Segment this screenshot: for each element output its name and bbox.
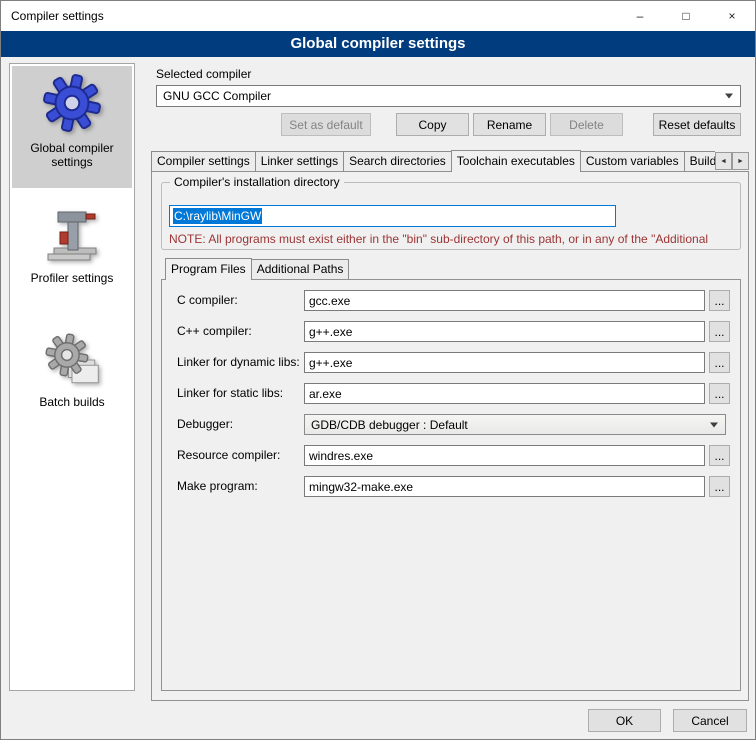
tab-compiler-settings[interactable]: Compiler settings bbox=[151, 151, 256, 171]
linker-static-browse-button[interactable]: ... bbox=[709, 383, 730, 404]
make-program-browse-button[interactable]: ... bbox=[709, 476, 730, 497]
sidebar-item-global-compiler-settings[interactable]: Global compiler settings bbox=[12, 66, 132, 188]
selected-compiler-value: GNU GCC Compiler bbox=[163, 89, 271, 103]
sidebar-item-label: Batch builds bbox=[12, 395, 132, 409]
program-files-tabstrip: Program Files Additional Paths bbox=[165, 258, 348, 280]
tab-scroll-left-button[interactable]: ◄ bbox=[715, 152, 732, 170]
ok-button[interactable]: OK bbox=[588, 709, 661, 732]
settings-tabstrip: Compiler settings Linker settings Search… bbox=[151, 150, 715, 172]
window-controls: – □ × bbox=[617, 1, 755, 31]
sidebar-item-profiler-settings[interactable]: Profiler settings bbox=[12, 202, 132, 298]
reset-defaults-button[interactable]: Reset defaults bbox=[653, 113, 741, 136]
gray-gear-icon bbox=[44, 332, 100, 388]
profiler-tool-icon bbox=[44, 208, 100, 264]
c-compiler-input[interactable] bbox=[304, 290, 705, 311]
resource-compiler-input[interactable] bbox=[304, 445, 705, 466]
tab-custom-variables[interactable]: Custom variables bbox=[580, 151, 685, 171]
installation-directory-value: C:\raylib\MinGW bbox=[173, 208, 262, 224]
linker-static-label: Linker for static libs: bbox=[177, 386, 283, 400]
maximize-icon: □ bbox=[682, 9, 689, 23]
make-program-input[interactable] bbox=[304, 476, 705, 497]
chevron-down-icon bbox=[710, 422, 718, 427]
window-title: Compiler settings bbox=[1, 9, 104, 23]
tab-toolchain-executables[interactable]: Toolchain executables bbox=[451, 150, 581, 172]
titlebar[interactable]: Compiler settings – □ × bbox=[1, 1, 755, 31]
dialog-banner: Global compiler settings bbox=[1, 31, 755, 57]
settings-category-list: Global compiler settings Profiler settin… bbox=[9, 63, 135, 691]
tab-search-directories[interactable]: Search directories bbox=[343, 151, 452, 171]
debugger-value: GDB/CDB debugger : Default bbox=[311, 418, 468, 432]
installation-directory-input[interactable]: C:\raylib\MinGW bbox=[169, 205, 616, 227]
resource-compiler-browse-button[interactable]: ... bbox=[709, 445, 730, 466]
arrow-right-icon: ► bbox=[737, 158, 744, 165]
make-program-label: Make program: bbox=[177, 479, 258, 493]
note-text: NOTE: All programs must exist either in … bbox=[169, 232, 737, 246]
arrow-left-icon: ◄ bbox=[720, 158, 727, 165]
sidebar-item-label: Global compiler settings bbox=[12, 141, 132, 169]
delete-button: Delete bbox=[550, 113, 623, 136]
cpp-compiler-browse-button[interactable]: ... bbox=[709, 321, 730, 342]
tab-linker-settings[interactable]: Linker settings bbox=[255, 151, 344, 171]
sidebar-item-label: Profiler settings bbox=[12, 271, 132, 285]
chevron-down-icon bbox=[725, 94, 733, 99]
minimize-icon: – bbox=[637, 9, 644, 23]
linker-dynamic-label: Linker for dynamic libs: bbox=[177, 355, 300, 369]
c-compiler-label: C compiler: bbox=[177, 293, 238, 307]
maximize-button[interactable]: □ bbox=[663, 1, 709, 31]
debugger-select[interactable]: GDB/CDB debugger : Default bbox=[304, 414, 726, 435]
selected-compiler-label: Selected compiler bbox=[156, 67, 251, 81]
cpp-compiler-input[interactable] bbox=[304, 321, 705, 342]
linker-dynamic-input[interactable] bbox=[304, 352, 705, 373]
cancel-button[interactable]: Cancel bbox=[673, 709, 747, 732]
linker-static-input[interactable] bbox=[304, 383, 705, 404]
close-icon: × bbox=[728, 9, 735, 23]
tab-build-options[interactable]: Build bbox=[684, 151, 715, 171]
resource-compiler-label: Resource compiler: bbox=[177, 448, 280, 462]
tab-program-files[interactable]: Program Files bbox=[165, 258, 252, 280]
debugger-label: Debugger: bbox=[177, 417, 233, 431]
compiler-settings-window: Compiler settings – □ × Global compiler … bbox=[0, 0, 756, 740]
selected-compiler-dropdown[interactable]: GNU GCC Compiler bbox=[156, 85, 741, 107]
tab-additional-paths[interactable]: Additional Paths bbox=[251, 259, 350, 279]
c-compiler-browse-button[interactable]: ... bbox=[709, 290, 730, 311]
set-as-default-button: Set as default bbox=[281, 113, 371, 136]
tab-scroll-right-button[interactable]: ► bbox=[732, 152, 749, 170]
sidebar-item-batch-builds[interactable]: Batch builds bbox=[12, 326, 132, 422]
cpp-compiler-label: C++ compiler: bbox=[177, 324, 252, 338]
blue-gear-icon bbox=[41, 72, 103, 134]
copy-button[interactable]: Copy bbox=[396, 113, 469, 136]
close-button[interactable]: × bbox=[709, 1, 755, 31]
rename-button[interactable]: Rename bbox=[473, 113, 546, 136]
minimize-button[interactable]: – bbox=[617, 1, 663, 31]
installation-directory-group-title: Compiler's installation directory bbox=[170, 175, 344, 189]
linker-dynamic-browse-button[interactable]: ... bbox=[709, 352, 730, 373]
